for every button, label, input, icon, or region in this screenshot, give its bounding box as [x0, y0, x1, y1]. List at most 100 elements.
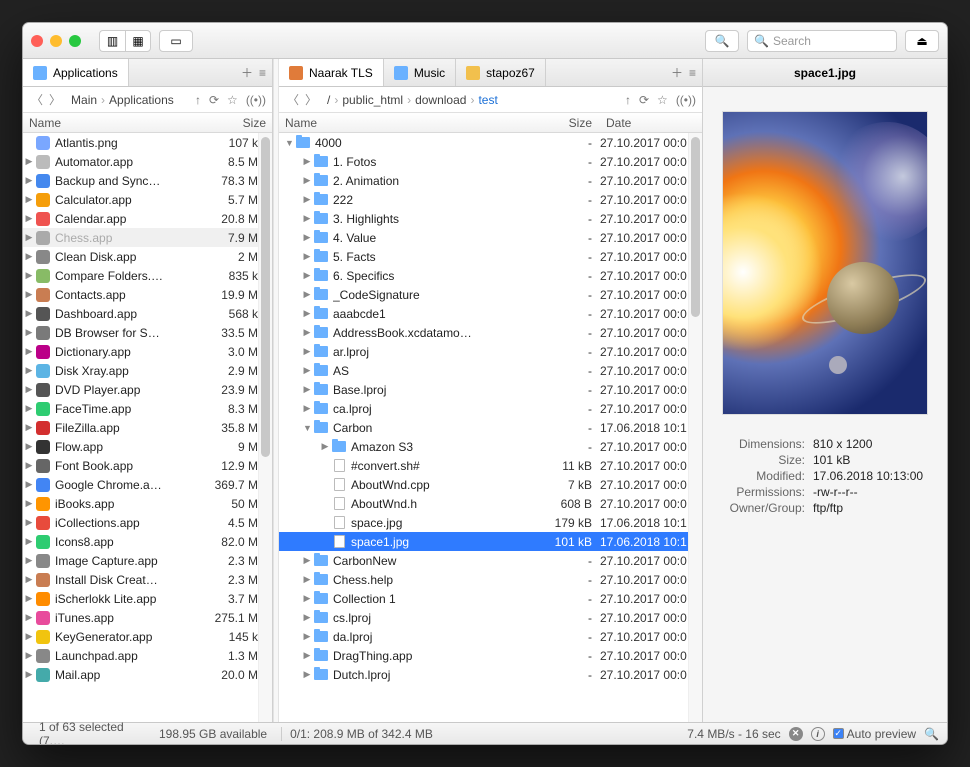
list-item[interactable]: ▶4. Value-27.10.2017 00:0 — [279, 228, 702, 247]
list-item[interactable]: ▶FaceTime.app8.3 MB — [23, 399, 272, 418]
expander-icon[interactable]: ▼ — [283, 138, 293, 148]
search-input[interactable]: 🔍 Search — [747, 30, 897, 52]
expander-icon[interactable]: ▶ — [23, 441, 33, 452]
list-item[interactable]: ▶KeyGenerator.app145 kB — [23, 627, 272, 646]
refresh-icon[interactable]: ⟳ — [209, 93, 219, 107]
scrollbar[interactable] — [688, 133, 702, 722]
add-tab-button[interactable]: ＋ — [241, 64, 253, 81]
list-item[interactable]: ▶iBooks.app50 MB — [23, 494, 272, 513]
sidebar-toggle-button[interactable]: ▥ — [99, 30, 125, 52]
list-item[interactable]: ▶Font Book.app12.9 MB — [23, 456, 272, 475]
list-item[interactable]: ▶Mail.app20.0 MB — [23, 665, 272, 684]
expander-icon[interactable]: ▶ — [23, 384, 33, 395]
column-name[interactable]: Name — [23, 116, 210, 130]
expander-icon[interactable]: ▶ — [301, 213, 311, 224]
list-item[interactable]: ▶Dictionary.app3.0 MB — [23, 342, 272, 361]
expander-icon[interactable]: ▶ — [23, 479, 33, 490]
list-item[interactable]: #convert.sh#11 kB27.10.2017 00:0 — [279, 456, 702, 475]
expander-icon[interactable]: ▶ — [23, 308, 33, 319]
expander-icon[interactable]: ▶ — [23, 327, 33, 338]
list-item[interactable]: ▶Amazon S3-27.10.2017 00:0 — [279, 437, 702, 456]
list-item[interactable]: ▶cs.lproj-27.10.2017 00:0 — [279, 608, 702, 627]
list-item[interactable]: ▼Carbon-17.06.2018 10:1 — [279, 418, 702, 437]
list-item[interactable]: ▶6. Specifics-27.10.2017 00:0 — [279, 266, 702, 285]
list-item[interactable]: ▶DVD Player.app23.9 MB — [23, 380, 272, 399]
expander-icon[interactable]: ▶ — [301, 327, 311, 338]
list-item[interactable]: space.jpg179 kB17.06.2018 10:1 — [279, 513, 702, 532]
expander-icon[interactable]: ▶ — [301, 251, 311, 262]
list-item[interactable]: ▶_CodeSignature-27.10.2017 00:0 — [279, 285, 702, 304]
breadcrumb[interactable]: /›public_html›download›test — [327, 93, 621, 107]
expander-icon[interactable]: ▼ — [301, 423, 311, 433]
tab-stapoz67[interactable]: stapoz67 — [456, 59, 546, 86]
breadcrumb-item[interactable]: Applications — [109, 93, 174, 107]
expander-icon[interactable]: ▶ — [23, 517, 33, 528]
list-item[interactable]: AboutWnd.h608 B27.10.2017 00:0 — [279, 494, 702, 513]
list-item[interactable]: Atlantis.png107 kB — [23, 133, 272, 152]
expander-icon[interactable]: ▶ — [301, 289, 311, 300]
expander-icon[interactable]: ▶ — [23, 422, 33, 433]
list-item[interactable]: ▶aaabcde1-27.10.2017 00:0 — [279, 304, 702, 323]
expander-icon[interactable]: ▶ — [301, 156, 311, 167]
nav-back-button[interactable]: 〈 — [285, 91, 301, 108]
up-icon[interactable]: ↑ — [195, 93, 201, 107]
list-item[interactable]: ▶CarbonNew-27.10.2017 00:0 — [279, 551, 702, 570]
presentation-button[interactable]: ▭ — [159, 30, 193, 52]
list-item[interactable]: space1.jpg101 kB17.06.2018 10:1 — [279, 532, 702, 551]
list-item[interactable]: ▶Chess.app7.9 MB — [23, 228, 272, 247]
airdrop-icon[interactable]: ((•)) — [676, 93, 696, 107]
list-item[interactable]: ▶3. Highlights-27.10.2017 00:0 — [279, 209, 702, 228]
nav-back-button[interactable]: 〈 — [29, 91, 45, 108]
star-icon[interactable]: ☆ — [227, 93, 238, 107]
tab-menu-button[interactable]: ≡ — [689, 66, 696, 80]
expander-icon[interactable]: ▶ — [23, 460, 33, 471]
list-item[interactable]: ▶Compare Folders.…835 kB — [23, 266, 272, 285]
expander-icon[interactable]: ▶ — [23, 346, 33, 357]
expander-icon[interactable]: ▶ — [301, 365, 311, 376]
list-item[interactable]: ▶DragThing.app-27.10.2017 00:0 — [279, 646, 702, 665]
list-item[interactable]: ▶Dutch.lproj-27.10.2017 00:0 — [279, 665, 702, 684]
expander-icon[interactable]: ▶ — [301, 555, 311, 566]
up-icon[interactable]: ↑ — [625, 93, 631, 107]
expander-icon[interactable]: ▶ — [301, 669, 311, 680]
column-name[interactable]: Name — [279, 116, 536, 130]
window-close-button[interactable] — [31, 35, 43, 47]
tab-naarak-tls[interactable]: Naarak TLS — [279, 59, 384, 86]
list-item[interactable]: ▶222-27.10.2017 00:0 — [279, 190, 702, 209]
list-item[interactable]: ▶Dashboard.app568 kB — [23, 304, 272, 323]
tab-menu-button[interactable]: ≡ — [259, 66, 266, 80]
expander-icon[interactable]: ▶ — [23, 498, 33, 509]
list-item[interactable]: ▶Image Capture.app2.3 MB — [23, 551, 272, 570]
expander-icon[interactable]: ▶ — [23, 194, 33, 205]
expander-icon[interactable]: ▶ — [23, 365, 33, 376]
panel-toggle-button[interactable]: ▦ — [125, 30, 151, 52]
list-item[interactable]: ▶AddressBook.xcdatamo…-27.10.2017 00:0 — [279, 323, 702, 342]
column-size[interactable]: Size — [536, 116, 598, 130]
list-item[interactable]: ▶Disk Xray.app2.9 MB — [23, 361, 272, 380]
list-item[interactable]: ▶Chess.help-27.10.2017 00:0 — [279, 570, 702, 589]
expander-icon[interactable]: ▶ — [23, 593, 33, 604]
list-item[interactable]: ▶ar.lproj-27.10.2017 00:0 — [279, 342, 702, 361]
breadcrumb-item[interactable]: Main — [71, 93, 97, 107]
expander-icon[interactable]: ▶ — [23, 631, 33, 642]
expander-icon[interactable]: ▶ — [301, 194, 311, 205]
expander-icon[interactable]: ▶ — [301, 574, 311, 585]
cancel-transfer-button[interactable]: ✕ — [789, 727, 803, 741]
refresh-icon[interactable]: ⟳ — [639, 93, 649, 107]
expander-icon[interactable]: ▶ — [301, 308, 311, 319]
expander-icon[interactable]: ▶ — [23, 403, 33, 414]
expander-icon[interactable]: ▶ — [23, 574, 33, 585]
expander-icon[interactable]: ▶ — [23, 232, 33, 243]
expander-icon[interactable]: ▶ — [23, 669, 33, 680]
tab-music[interactable]: Music — [384, 59, 456, 86]
search-icon[interactable]: 🔍 — [924, 727, 939, 741]
list-item[interactable]: ▶iScherlokk Lite.app3.7 MB — [23, 589, 272, 608]
expander-icon[interactable]: ▶ — [301, 612, 311, 623]
list-item[interactable]: ▶Clean Disk.app2 MB — [23, 247, 272, 266]
expander-icon[interactable]: ▶ — [301, 403, 311, 414]
file-list[interactable]: ▼4000-27.10.2017 00:0▶1. Fotos-27.10.201… — [279, 133, 702, 722]
list-item[interactable]: ▶2. Animation-27.10.2017 00:0 — [279, 171, 702, 190]
expander-icon[interactable]: ▶ — [301, 270, 311, 281]
list-item[interactable]: ▶Contacts.app19.9 MB — [23, 285, 272, 304]
list-item[interactable]: ▶5. Facts-27.10.2017 00:0 — [279, 247, 702, 266]
